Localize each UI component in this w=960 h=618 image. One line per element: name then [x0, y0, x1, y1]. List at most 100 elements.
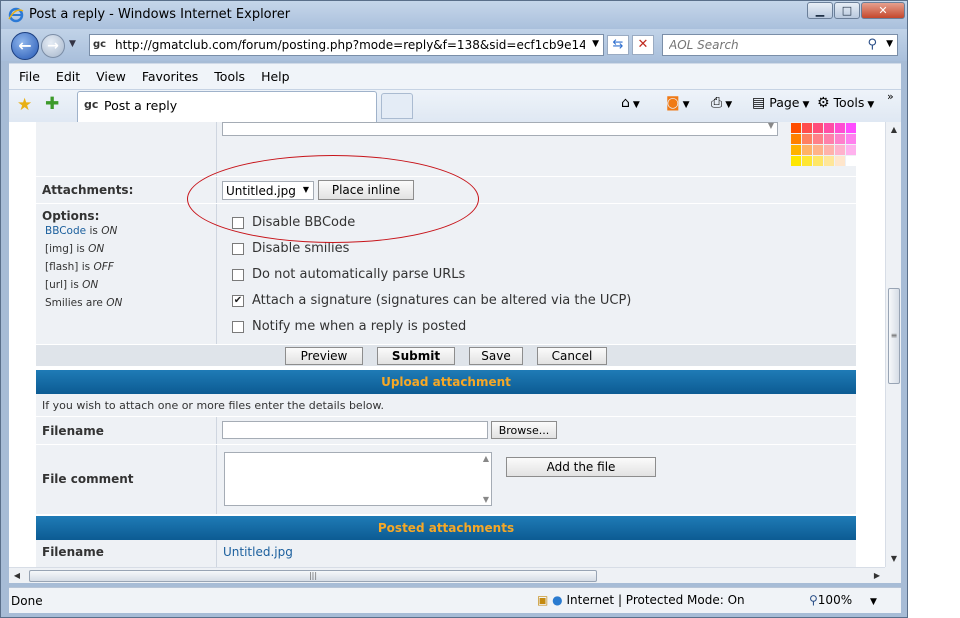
security-zone[interactable]: ▣ ● Internet | Protected Mode: On	[537, 593, 745, 607]
color-swatch[interactable]	[846, 123, 856, 133]
submit-button[interactable]: Submit	[377, 347, 455, 365]
cancel-button[interactable]: Cancel	[537, 347, 607, 365]
scroll-down-arrow-icon[interactable]: ▼	[886, 551, 902, 567]
scroll-left-arrow-icon[interactable]: ◀	[9, 568, 25, 584]
browse-button[interactable]: Browse...	[491, 421, 557, 439]
scroll-down-icon[interactable]: ▼	[768, 122, 774, 130]
color-swatch[interactable]	[791, 123, 801, 133]
attach-signature-checkbox[interactable]: ✔	[232, 295, 244, 307]
place-inline-button[interactable]: Place inline	[318, 180, 414, 200]
color-swatch[interactable]	[846, 134, 856, 144]
zoom-control[interactable]: ⚲100% ▼	[809, 593, 877, 607]
arrow-left-icon: ←	[18, 36, 32, 55]
color-swatch[interactable]	[813, 145, 823, 155]
browser-window: Post a reply - Windows Internet Explorer…	[0, 0, 908, 618]
menu-help[interactable]: Help	[261, 69, 290, 84]
site-favicon-icon: gc	[93, 39, 107, 50]
refresh-button[interactable]: ⇆	[607, 35, 629, 55]
upload-info-text: If you wish to attach one or more files …	[42, 399, 384, 412]
menu-file[interactable]: File	[19, 69, 40, 84]
attachment-select[interactable]: Untitled.jpg ▼	[222, 181, 314, 200]
menu-favorites[interactable]: Favorites	[142, 69, 198, 84]
menu-edit[interactable]: Edit	[56, 69, 80, 84]
maximize-button[interactable]: □	[834, 2, 860, 19]
color-swatch[interactable]	[802, 134, 812, 144]
color-swatch[interactable]	[824, 156, 834, 166]
disable-smilies-checkbox[interactable]	[232, 243, 244, 255]
color-swatch[interactable]	[824, 123, 834, 133]
upload-info-row: If you wish to attach one or more files …	[36, 394, 856, 416]
minimize-button[interactable]: ▁	[807, 2, 833, 19]
page-menu[interactable]: ▤ Page ▼	[752, 95, 809, 111]
bbcode-link[interactable]: BBCode	[45, 225, 86, 237]
window-title: Post a reply - Windows Internet Explorer	[29, 7, 291, 22]
preview-button[interactable]: Preview	[285, 347, 363, 365]
more-commands-chevron-icon[interactable]: »	[887, 90, 894, 103]
globe-icon: ●	[552, 593, 563, 607]
tab-post-a-reply[interactable]: gc Post a reply	[77, 91, 377, 123]
search-box[interactable]: ⚲ ▼	[662, 34, 898, 56]
posted-file-link[interactable]: Untitled.jpg	[223, 545, 293, 559]
color-swatch[interactable]	[791, 145, 801, 155]
add-file-button[interactable]: Add the file	[506, 457, 656, 477]
search-icon[interactable]: ⚲	[867, 37, 877, 52]
color-swatch[interactable]	[802, 156, 812, 166]
color-swatch[interactable]	[791, 156, 801, 166]
horizontal-scroll-thumb[interactable]: |||	[29, 570, 597, 582]
posted-filename-row: Filename Untitled.jpg	[36, 540, 856, 567]
feeds-button[interactable]: ◙ ▼	[666, 95, 690, 111]
color-swatch[interactable]	[813, 123, 823, 133]
color-swatch[interactable]	[824, 134, 834, 144]
menu-view[interactable]: View	[96, 69, 126, 84]
color-swatch[interactable]	[791, 134, 801, 144]
title-bar: Post a reply - Windows Internet Explorer…	[1, 1, 907, 29]
notify-reply-checkbox[interactable]	[232, 321, 244, 333]
search-input[interactable]	[667, 37, 857, 53]
address-field[interactable]: gc http://gmatclub.com/forum/posting.php…	[89, 34, 604, 56]
color-swatch[interactable]	[802, 123, 812, 133]
scroll-down-icon[interactable]: ▼	[483, 495, 489, 504]
new-tab-button[interactable]	[381, 93, 413, 119]
stop-button[interactable]: ✕	[632, 35, 654, 55]
vertical-scroll-thumb[interactable]: ≡	[888, 288, 900, 384]
notify-reply-label: Notify me when a reply is posted	[252, 319, 467, 334]
add-to-favorites-icon[interactable]: ✚	[45, 94, 59, 114]
color-swatch[interactable]	[835, 145, 845, 155]
recent-pages-dropdown[interactable]: ▼	[69, 39, 76, 49]
scroll-right-arrow-icon[interactable]: ▶	[869, 568, 885, 584]
color-swatch[interactable]	[824, 145, 834, 155]
color-swatch[interactable]	[813, 134, 823, 144]
file-comment-textarea[interactable]: ▲ ▼	[224, 452, 492, 506]
scroll-up-arrow-icon[interactable]: ▲	[886, 122, 902, 138]
print-button[interactable]: ⎙ ▼	[711, 95, 732, 111]
upload-filename-input[interactable]	[222, 421, 488, 439]
home-button[interactable]: ⌂ ▼	[621, 95, 640, 111]
upload-filename-label: Filename	[42, 424, 104, 438]
color-swatch[interactable]	[846, 156, 856, 166]
color-swatch[interactable]	[835, 123, 845, 133]
img-status: [img] is ON	[45, 243, 105, 255]
vertical-scrollbar[interactable]: ▲ ≡ ▼	[885, 122, 901, 567]
horizontal-scrollbar[interactable]: ◀ ||| ▶	[9, 567, 885, 583]
tools-menu-label: Tools	[833, 95, 865, 110]
save-button[interactable]: Save	[469, 347, 523, 365]
tools-menu[interactable]: ⚙ Tools ▼	[817, 95, 874, 111]
menu-tools[interactable]: Tools	[214, 69, 245, 84]
favorites-center-star-icon[interactable]: ★	[17, 95, 32, 115]
disable-bbcode-checkbox[interactable]	[232, 217, 244, 229]
message-textarea[interactable]: ▼	[222, 122, 778, 136]
home-icon: ⌂	[621, 95, 630, 111]
color-swatch[interactable]	[802, 145, 812, 155]
scroll-up-icon[interactable]: ▲	[483, 454, 489, 463]
color-swatch[interactable]	[835, 156, 845, 166]
address-url[interactable]: http://gmatclub.com/forum/posting.php?mo…	[115, 38, 585, 52]
address-dropdown-icon[interactable]: ▼	[592, 39, 599, 49]
color-swatch[interactable]	[813, 156, 823, 166]
close-button[interactable]: ✕	[861, 2, 905, 19]
back-button[interactable]: ←	[11, 32, 39, 60]
forward-button[interactable]: →	[41, 34, 65, 58]
disable-url-parse-checkbox[interactable]	[232, 269, 244, 281]
color-swatch[interactable]	[835, 134, 845, 144]
color-swatch[interactable]	[846, 145, 856, 155]
search-options-dropdown[interactable]: ▼	[886, 39, 893, 49]
